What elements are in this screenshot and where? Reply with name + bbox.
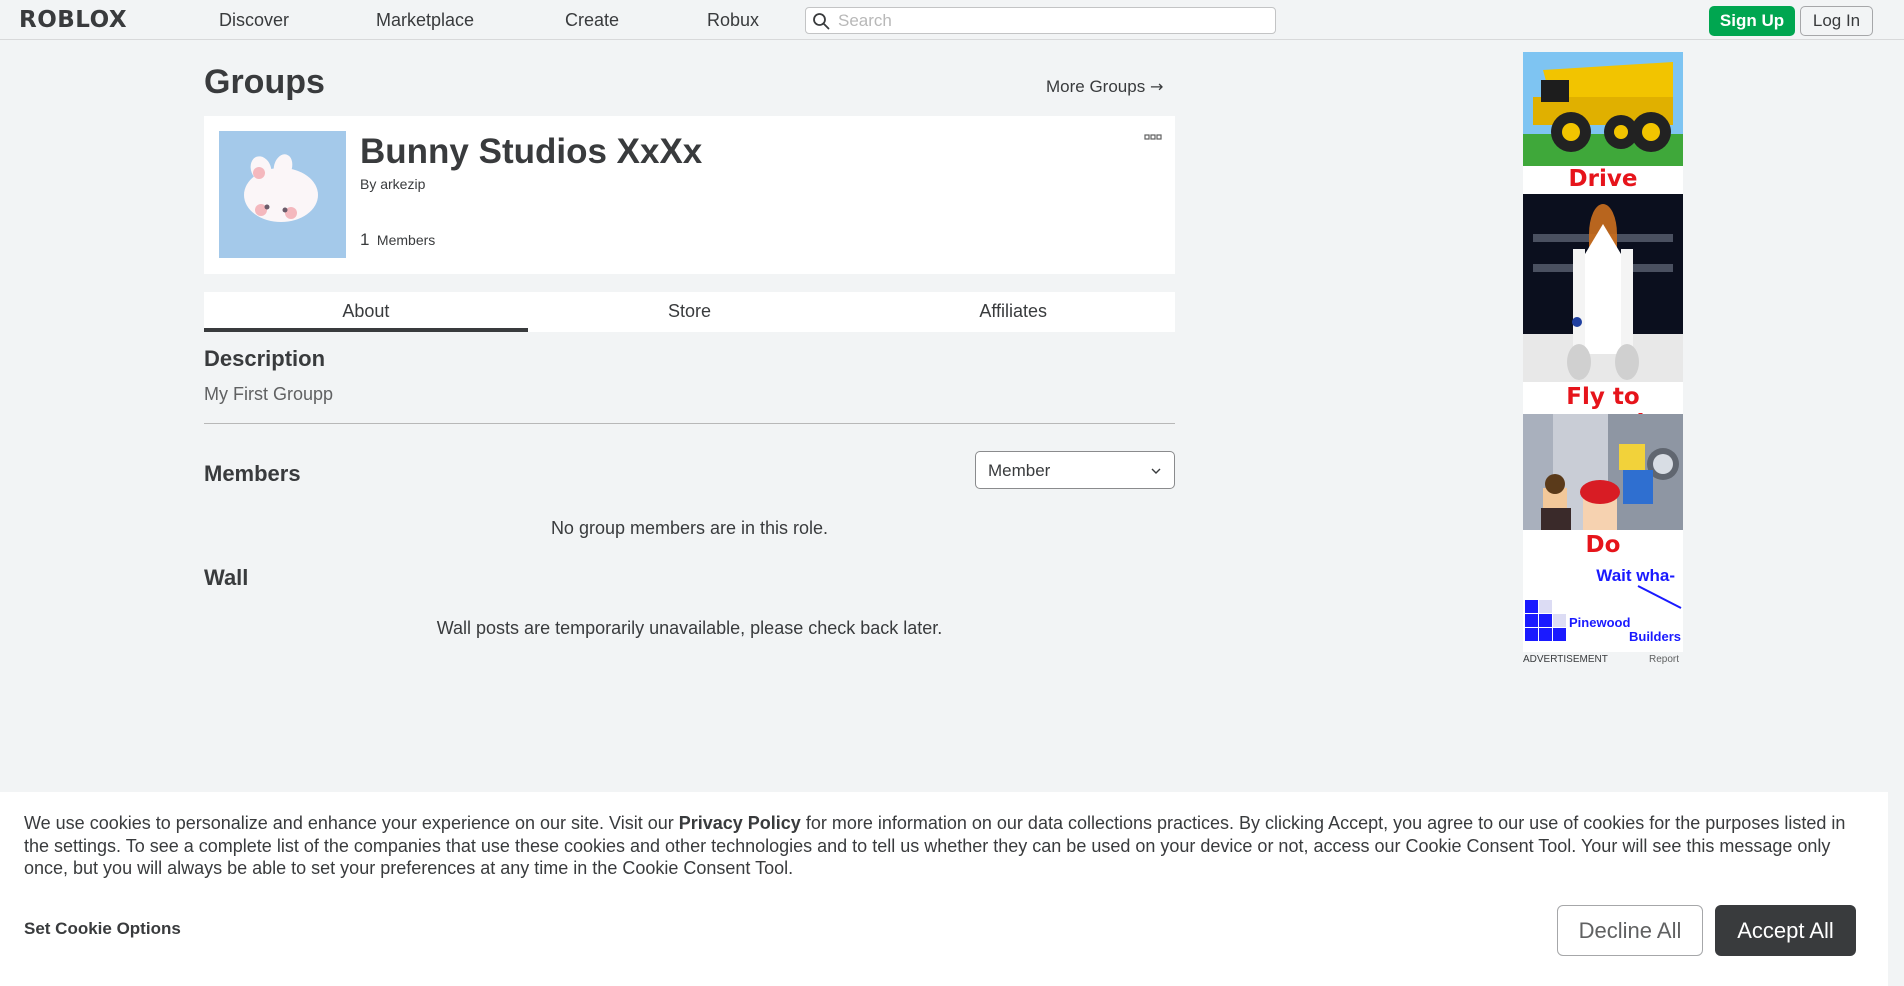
laundry-ad-image	[1523, 414, 1683, 530]
advertisement-banner[interactable]: Drive beasts! Fly to space! Do laundry!!…	[1523, 52, 1683, 652]
no-members-message: No group members are in this role.	[550, 518, 829, 538]
set-cookie-options-link[interactable]: Set Cookie Options	[24, 919, 181, 939]
group-header-card: Bunny Studios XxXx By arkezip 1 Members	[204, 116, 1175, 274]
arrow-right-icon: →	[1149, 77, 1164, 96]
member-count-label: Members	[376, 232, 436, 248]
tab-affiliates[interactable]: Affiliates	[851, 292, 1175, 332]
search-box[interactable]	[805, 7, 1276, 34]
wall-unavailable-message: Wall posts are temporarily unavailable, …	[436, 618, 943, 638]
more-options-icon[interactable]	[1144, 132, 1162, 142]
group-name: Bunny Studios XxXx	[360, 132, 703, 171]
role-dropdown[interactable]: Member	[975, 451, 1175, 489]
wall-heading: Wall	[204, 565, 249, 590]
ad-brand-line1: Pinewood	[1569, 615, 1631, 630]
space-shuttle-ad-image	[1523, 194, 1683, 382]
role-dropdown-value: Member	[988, 461, 1051, 480]
group-description: My First Groupp	[204, 384, 334, 404]
decline-all-button[interactable]: Decline All	[1557, 905, 1703, 956]
description-heading: Description	[204, 346, 326, 371]
by-label: By	[360, 176, 377, 192]
cookie-consent-banner: We use cookies to personalize and enhanc…	[0, 792, 1888, 986]
nav-create[interactable]: Create	[565, 10, 619, 30]
dump-truck-ad-image	[1523, 52, 1683, 166]
sign-up-button[interactable]: Sign Up	[1709, 6, 1795, 36]
nav-discover[interactable]: Discover	[219, 10, 289, 30]
section-divider	[204, 423, 1175, 424]
roblox-logo[interactable]: ROBLOX	[19, 9, 127, 32]
top-navigation-bar: ROBLOX Discover Marketplace Create Robux…	[0, 0, 1904, 40]
nav-robux[interactable]: Robux	[707, 10, 759, 30]
members-heading: Members	[204, 461, 301, 486]
log-in-button[interactable]: Log In	[1800, 6, 1873, 36]
cookie-text-before: We use cookies to personalize and enhanc…	[24, 813, 679, 833]
advertisement-label: ADVERTISEMENT	[1523, 654, 1608, 665]
group-tabs: About Store Affiliates	[204, 292, 1175, 332]
tab-store[interactable]: Store	[528, 292, 852, 332]
nav-marketplace[interactable]: Marketplace	[376, 10, 474, 30]
chevron-down-icon	[1151, 468, 1161, 474]
report-ad-link[interactable]: Report	[1649, 654, 1679, 666]
privacy-policy-link[interactable]: Privacy Policy	[679, 813, 801, 833]
group-emblem	[219, 131, 346, 258]
tab-about[interactable]: About	[204, 292, 528, 332]
owner-link[interactable]: arkezip	[380, 176, 425, 192]
search-input[interactable]	[838, 11, 1258, 30]
ad-brand-line2: Builders	[1628, 629, 1681, 644]
search-icon	[813, 13, 830, 30]
more-groups-label: More Groups	[1046, 77, 1146, 96]
member-count-number: 1	[360, 230, 370, 249]
member-count: 1 Members	[360, 230, 435, 251]
bunny-emblem-image	[219, 131, 346, 258]
pinewood-ad-footer: Wait wha- Pinewood Builders	[1523, 560, 1683, 652]
page-title: Groups	[204, 63, 325, 101]
cookie-message: We use cookies to personalize and enhanc…	[24, 812, 1874, 880]
group-owner-line: By arkezip	[360, 176, 425, 192]
more-groups-link[interactable]: More Groups →	[1046, 77, 1163, 97]
accept-all-button[interactable]: Accept All	[1715, 905, 1856, 956]
